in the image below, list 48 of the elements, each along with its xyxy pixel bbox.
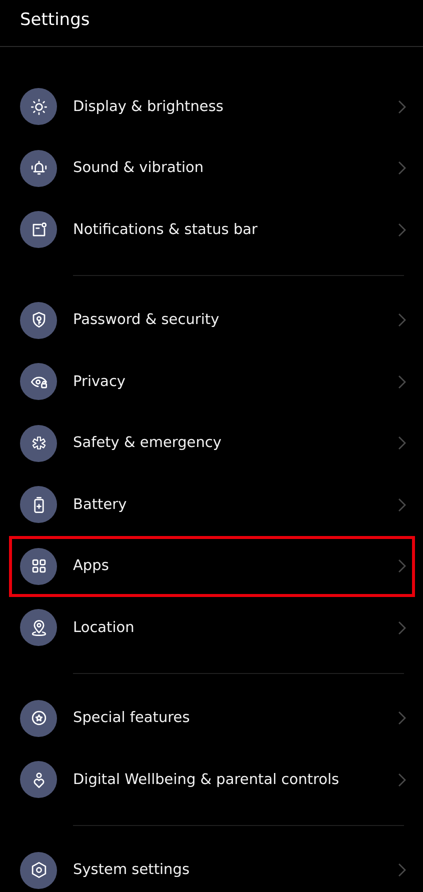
highlighted-settings-row[interactable]: Apps — [9, 536, 415, 597]
settings-row[interactable]: System settings — [9, 840, 415, 892]
settings-row[interactable]: Safety & emergency — [9, 412, 415, 474]
eye-lock-icon — [20, 363, 57, 400]
sun-icon — [20, 88, 57, 126]
settings-row[interactable]: Notifications & status bar — [9, 199, 415, 260]
setting-label: Privacy — [73, 374, 126, 390]
chevron-icon — [398, 313, 406, 328]
chevron-icon — [398, 222, 406, 237]
setting-label: Location — [73, 620, 136, 636]
chevron-icon — [398, 100, 406, 114]
star-circle-icon — [20, 700, 57, 737]
chevron-icon — [398, 436, 406, 450]
chevron-icon — [398, 620, 406, 635]
chevron-icon — [398, 374, 406, 389]
notification-icon — [20, 211, 57, 248]
hexagon-gear-icon — [20, 852, 57, 889]
setting-label: Notifications & status bar — [73, 222, 258, 238]
settings-row[interactable]: Privacy — [9, 351, 415, 412]
settings-row[interactable]: Display & brightness — [9, 76, 415, 138]
setting-label: Password & security — [73, 312, 220, 328]
chevron-icon — [398, 863, 406, 878]
chevron-icon — [398, 498, 406, 512]
setting-label: Special features — [73, 710, 191, 726]
chevron-icon — [398, 161, 406, 176]
chevron-icon — [398, 772, 406, 787]
settings-row[interactable]: Location — [9, 597, 415, 658]
settings-row[interactable]: Password & security — [9, 290, 415, 351]
grid-icon — [20, 548, 57, 585]
settings-row[interactable]: Sound & vibration — [9, 138, 415, 199]
shield-key-icon — [20, 302, 57, 339]
settings-row[interactable]: Digital Wellbeing & parental controls — [9, 749, 415, 810]
page-title: Settings — [20, 10, 90, 30]
setting-label: Sound & vibration — [73, 160, 205, 176]
settings-row[interactable]: Battery — [9, 474, 415, 536]
settings-row[interactable]: Special features — [9, 688, 415, 749]
setting-label: Digital Wellbeing & parental controls — [73, 772, 340, 788]
battery-icon — [20, 486, 57, 524]
setting-label: Display & brightness — [73, 98, 224, 115]
setting-label: Safety & emergency — [73, 435, 222, 452]
setting-label: System settings — [73, 862, 191, 878]
asterisk-icon — [20, 424, 57, 462]
setting-label: Battery — [73, 496, 128, 513]
chevron-icon — [398, 559, 406, 574]
bell-icon — [20, 150, 57, 187]
chevron-icon — [398, 711, 406, 726]
setting-label: Apps — [73, 558, 110, 574]
location-pin-icon — [20, 609, 57, 646]
